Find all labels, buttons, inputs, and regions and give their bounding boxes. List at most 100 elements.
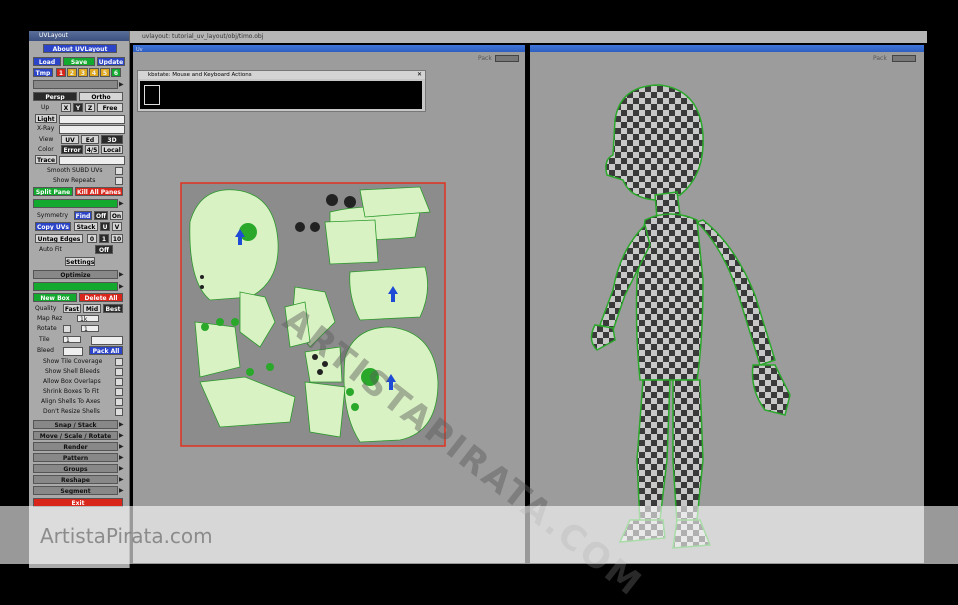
persp-button[interactable]: Persp [33,92,77,101]
symmetry-on-button[interactable]: On [110,211,123,220]
keystate-title: kbstate: Mouse and Keyboard Actions [138,71,425,79]
pattern-button[interactable]: Pattern [33,453,118,462]
tmp-slot-1[interactable]: 1 [56,68,66,77]
uv-view-label: Uv [136,47,143,53]
pack-label: Pack [478,55,492,62]
settings-button[interactable]: Settings [65,257,95,266]
rotate-field[interactable]: 1 [81,325,99,333]
arrow-right-icon[interactable]: ▶ [119,199,124,208]
arrow-right-icon[interactable]: ▶ [119,464,124,473]
v-button[interactable]: V [112,222,122,231]
quality-fast-button[interactable]: Fast [63,304,81,313]
close-icon[interactable]: ✕ [417,72,422,78]
check-label-3: Shrink Boxes To Fit [43,388,99,395]
light-slider[interactable] [59,115,125,124]
bleed-field[interactable] [63,347,83,356]
shrink-boxes-checkbox[interactable] [115,388,123,396]
tile-field[interactable]: 1 [63,336,81,344]
num-10-button[interactable]: 10 [111,234,123,243]
arrow-right-icon[interactable]: ▶ [119,80,124,89]
character-model[interactable] [585,80,815,560]
show-tile-coverage-checkbox[interactable] [115,358,123,366]
axis-z-button[interactable]: Z [85,103,95,112]
copy-uvs-button[interactable]: Copy UVs [35,222,71,231]
num-1-button[interactable]: 1 [99,234,109,243]
tmp-slot-5[interactable]: 5 [100,68,110,77]
quality-mid-button[interactable]: Mid [83,304,101,313]
ortho-button[interactable]: Ortho [79,92,123,101]
arrow-right-icon[interactable]: ▶ [119,453,124,462]
axis-y-button[interactable]: Y [73,103,83,112]
smooth-subd-label: Smooth SUBD UVs [47,167,103,174]
num-0-button[interactable]: 0 [87,234,97,243]
pack-all-button[interactable]: Pack All [89,346,123,355]
update-button[interactable]: Update [97,57,125,66]
3d-viewport-header [530,45,924,52]
xray-slider[interactable] [59,125,125,134]
keystate-window[interactable]: kbstate: Mouse and Keyboard Actions ✕ [137,70,426,112]
check-label-2: Allow Box Overlaps [43,378,101,385]
u-button[interactable]: U [100,222,110,231]
stack-button[interactable]: Stack [74,222,98,231]
untag-edges-button[interactable]: Untag Edges [35,234,83,243]
arrow-right-icon[interactable]: ▶ [119,475,124,484]
pack-section-bar[interactable] [33,282,118,291]
arrow-right-icon[interactable]: ▶ [119,442,124,451]
axis-x-button[interactable]: X [61,103,71,112]
color-error-button[interactable]: Error [61,145,83,154]
kill-all-panes-button[interactable]: Kill All Panes [75,187,123,196]
split-pane-button[interactable]: Split Pane [33,187,73,196]
arrow-right-icon[interactable]: ▶ [119,270,124,279]
pack-label-3d: Pack [873,55,887,62]
tmp-slot-3[interactable]: 3 [78,68,88,77]
color-45-button[interactable]: 4/5 [85,145,99,154]
light-button[interactable]: Light [35,114,57,123]
segment-button[interactable]: Segment [33,486,118,495]
symmetry-off-button[interactable]: Off [94,211,108,220]
render-button[interactable]: Render [33,442,118,451]
view-uv-button[interactable]: UV [61,135,79,144]
3d-viewport[interactable]: Pack [530,45,924,563]
quality-best-button[interactable]: Best [103,304,123,313]
delete-all-button[interactable]: Delete All [79,293,123,302]
edit-section-bar[interactable] [33,199,118,208]
tmp-slot-4[interactable]: 4 [89,68,99,77]
new-box-button[interactable]: New Box [33,293,77,302]
view-3d-button[interactable]: 3D [101,135,123,144]
trace-slider[interactable] [59,156,125,165]
arrow-right-icon[interactable]: ▶ [119,431,124,440]
tmp-button[interactable]: Tmp [33,68,53,77]
tile-field-2[interactable] [91,336,123,345]
arrow-right-icon[interactable]: ▶ [119,420,124,429]
uv-viewport[interactable]: Uv Pack [133,45,525,563]
view-ed-button[interactable]: Ed [81,135,99,144]
find-button[interactable]: Find [74,211,92,220]
move-scale-rotate-button[interactable]: Move / Scale / Rotate [33,431,118,440]
trace-button[interactable]: Trace [35,155,57,164]
map-rez-field[interactable]: 1k [77,315,99,323]
rotate-checkbox[interactable] [63,325,71,333]
arrow-right-icon[interactable]: ▶ [119,486,124,495]
show-shell-bleeds-checkbox[interactable] [115,368,123,376]
allow-box-overlaps-checkbox[interactable] [115,378,123,386]
bleed-label: Bleed [37,347,54,354]
groups-button[interactable]: Groups [33,464,118,473]
smooth-subd-checkbox[interactable] [115,167,123,175]
color-local-button[interactable]: Local [101,145,123,154]
show-repeats-checkbox[interactable] [115,177,123,185]
load-button[interactable]: Load [33,57,61,66]
up-label: Up [41,104,50,111]
tmp-slot-6[interactable]: 6 [111,68,121,77]
save-button[interactable]: Save [63,57,95,66]
dont-resize-shells-checkbox[interactable] [115,408,123,416]
optimize-button[interactable]: Optimize [33,270,118,279]
auto-fit-off-button[interactable]: Off [95,245,113,254]
snap-stack-button[interactable]: Snap / Stack [33,420,118,429]
free-button[interactable]: Free [97,103,123,112]
arrow-right-icon[interactable]: ▶ [119,282,124,291]
keystate-display [140,81,422,109]
tmp-slot-2[interactable]: 2 [67,68,77,77]
align-shells-checkbox[interactable] [115,398,123,406]
about-button[interactable]: About UVLayout [43,44,117,53]
reshape-button[interactable]: Reshape [33,475,118,484]
